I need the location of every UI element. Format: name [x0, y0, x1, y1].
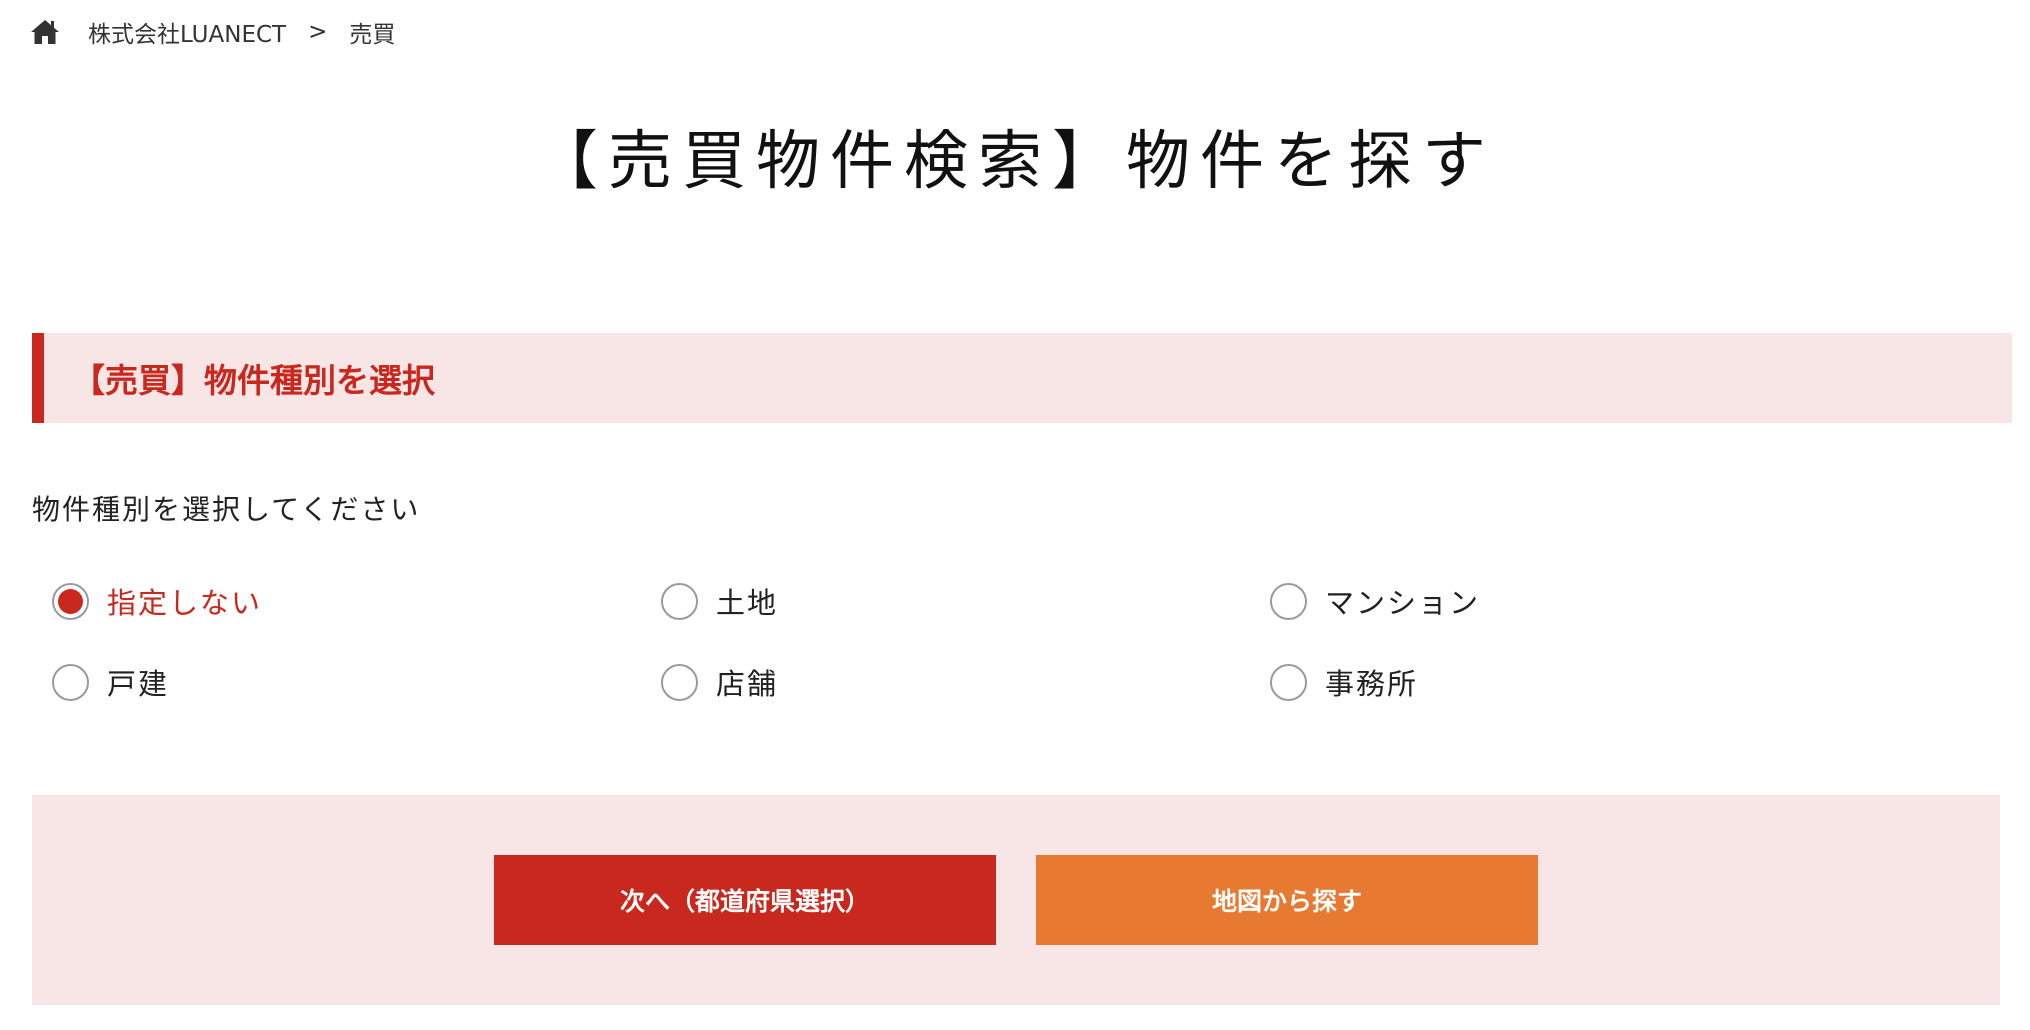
action-panel: 次へ（都道府県選択） 地図から探す	[32, 795, 2000, 1005]
radio-detached-house[interactable]: 戸建	[52, 661, 169, 703]
radio-no-preference[interactable]: 指定しない	[52, 580, 262, 622]
radio-store[interactable]: 店舗	[661, 661, 778, 703]
radio-label: 店舗	[716, 667, 779, 701]
radio-land[interactable]: 土地	[661, 580, 778, 622]
instruction-text: 物件種別を選択してください	[32, 493, 421, 526]
radio-button[interactable]	[661, 582, 698, 620]
page-title: 【売買物件検索】物件を探す	[534, 125, 1496, 199]
radio-button[interactable]	[52, 582, 89, 620]
radio-mansion[interactable]: マンション	[1270, 580, 1480, 622]
next-prefecture-button[interactable]: 次へ（都道府県選択）	[494, 855, 996, 945]
breadcrumb: 株式会社LUANECT > 売買	[30, 14, 395, 50]
search-by-map-button[interactable]: 地図から探す	[1036, 855, 1538, 945]
radio-label: 事務所	[1325, 667, 1419, 701]
radio-office[interactable]: 事務所	[1270, 661, 1418, 703]
home-icon[interactable]	[30, 19, 60, 45]
radio-label: 戸建	[107, 667, 170, 701]
radio-button[interactable]	[52, 663, 89, 701]
breadcrumb-separator: >	[308, 19, 328, 45]
radio-button[interactable]	[1270, 582, 1307, 620]
radio-label: マンション	[1325, 586, 1481, 620]
radio-selected-dot	[58, 588, 83, 614]
radio-label: 指定しない	[107, 586, 263, 620]
breadcrumb-current: 売買	[349, 22, 396, 48]
radio-button[interactable]	[661, 663, 698, 701]
section-accent-bar	[32, 333, 44, 423]
section-title: 【売買】物件種別を選択	[72, 361, 435, 400]
section-header: 【売買】物件種別を選択	[32, 333, 2012, 423]
breadcrumb-company-link[interactable]: 株式会社LUANECT	[88, 15, 286, 49]
radio-label: 土地	[716, 586, 779, 620]
radio-button[interactable]	[1270, 663, 1307, 701]
